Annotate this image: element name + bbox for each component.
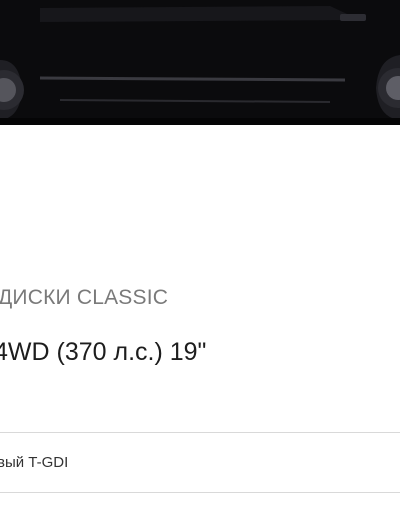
engine-row[interactable]: вый T-GDI xyxy=(0,433,400,492)
engine-label: вый T-GDI xyxy=(0,454,69,471)
car-image xyxy=(0,0,400,125)
divider xyxy=(0,492,400,493)
trim-title: 4WD (370 л.с.) 19" xyxy=(0,338,207,366)
wheels-option-label: ДИСКИ CLASSIC xyxy=(0,286,169,309)
car-configurator-page: ДИСКИ CLASSIC 4WD (370 л.с.) 19" вый T-G… xyxy=(0,0,400,530)
